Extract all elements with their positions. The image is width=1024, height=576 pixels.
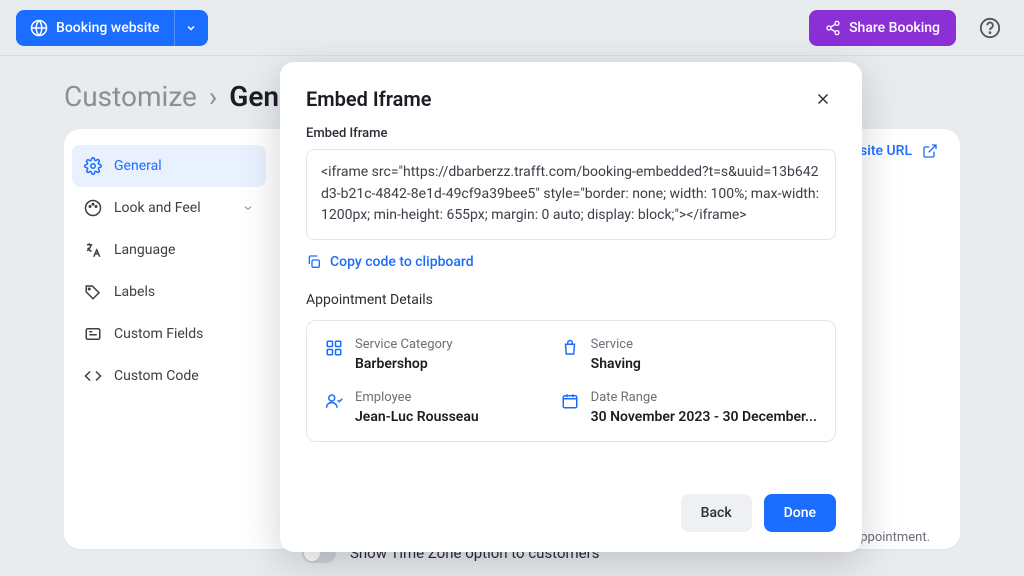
- form-icon: [84, 325, 102, 343]
- detail-value: Jean-Luc Rousseau: [355, 409, 479, 425]
- appointment-details-label: Appointment Details: [306, 292, 836, 308]
- booking-website-dropdown: Booking website: [16, 10, 208, 46]
- share-booking-label: Share Booking: [849, 20, 940, 36]
- sidebar-item-labels[interactable]: Labels: [64, 271, 274, 313]
- embed-code-box[interactable]: <iframe src="https://dbarberzz.trafft.co…: [306, 149, 836, 240]
- sidebar-item-language[interactable]: Language: [64, 229, 274, 271]
- modal-footer: Back Done: [306, 494, 836, 532]
- close-icon: [814, 90, 832, 108]
- detail-value: Shaving: [591, 356, 641, 372]
- sidebar-item-label: Language: [114, 242, 175, 258]
- embed-field-label: Embed Iframe: [306, 126, 836, 141]
- share-booking-button[interactable]: Share Booking: [809, 10, 956, 46]
- modal-header: Embed Iframe: [306, 86, 836, 112]
- chevron-down-icon: [242, 202, 254, 214]
- copy-icon: [306, 254, 322, 270]
- sidebar-item-label: Labels: [114, 284, 155, 300]
- chevron-right-icon: ›: [209, 80, 217, 113]
- detail-service: Service Shaving: [561, 337, 817, 372]
- help-button[interactable]: [972, 10, 1008, 46]
- detail-label: Employee: [355, 390, 479, 405]
- share-icon: [825, 20, 841, 36]
- topbar-left: Booking website: [16, 10, 208, 46]
- calendar-icon: [561, 392, 579, 410]
- code-icon: [84, 367, 102, 385]
- top-bar: Booking website Share Booking: [0, 0, 1024, 56]
- detail-employee: Employee Jean-Luc Rousseau: [325, 390, 537, 425]
- language-icon: [84, 241, 102, 259]
- detail-date-range: Date Range 30 November 2023 - 30 Decembe…: [561, 390, 817, 425]
- done-button[interactable]: Done: [764, 494, 836, 532]
- bag-icon: [561, 339, 579, 357]
- help-icon: [979, 17, 1001, 39]
- detail-label: Service: [591, 337, 641, 352]
- detail-label: Date Range: [591, 390, 817, 405]
- sidebar-item-label: Custom Fields: [114, 326, 203, 342]
- sidebar-item-custom-code[interactable]: Custom Code: [64, 355, 274, 397]
- tag-icon: [84, 283, 102, 301]
- modal-close-button[interactable]: [810, 86, 836, 112]
- detail-value: Barbershop: [355, 356, 453, 372]
- appointment-details: Service Category Barbershop Service Shav…: [306, 320, 836, 442]
- sidebar-item-label: Look and Feel: [114, 200, 201, 216]
- settings-sidebar: General Look and Feel Language Labels: [64, 129, 274, 549]
- topbar-right: Share Booking: [809, 10, 1008, 46]
- gear-icon: [84, 157, 102, 175]
- palette-icon: [84, 199, 102, 217]
- sidebar-item-label: Custom Code: [114, 368, 199, 384]
- globe-icon: [30, 19, 48, 37]
- back-button[interactable]: Back: [681, 494, 752, 532]
- user-icon: [325, 392, 343, 410]
- copy-code-link[interactable]: Copy code to clipboard: [306, 254, 474, 270]
- booking-website-caret[interactable]: [174, 10, 208, 46]
- sidebar-item-look-and-feel[interactable]: Look and Feel: [64, 187, 274, 229]
- copy-code-label: Copy code to clipboard: [330, 254, 474, 270]
- grid-icon: [325, 339, 343, 357]
- external-link-icon: [922, 143, 938, 159]
- detail-service-category: Service Category Barbershop: [325, 337, 537, 372]
- breadcrumb-parent[interactable]: Customize: [64, 80, 197, 113]
- sidebar-item-custom-fields[interactable]: Custom Fields: [64, 313, 274, 355]
- sidebar-item-label: General: [114, 158, 162, 174]
- booking-website-button[interactable]: Booking website: [16, 10, 174, 46]
- detail-label: Service Category: [355, 337, 453, 352]
- booking-website-label: Booking website: [56, 20, 160, 36]
- modal-title: Embed Iframe: [306, 87, 432, 111]
- sidebar-item-general[interactable]: General: [72, 145, 266, 187]
- embed-iframe-modal: Embed Iframe Embed Iframe <iframe src="h…: [280, 62, 862, 552]
- detail-value: 30 November 2023 - 30 December...: [591, 409, 817, 425]
